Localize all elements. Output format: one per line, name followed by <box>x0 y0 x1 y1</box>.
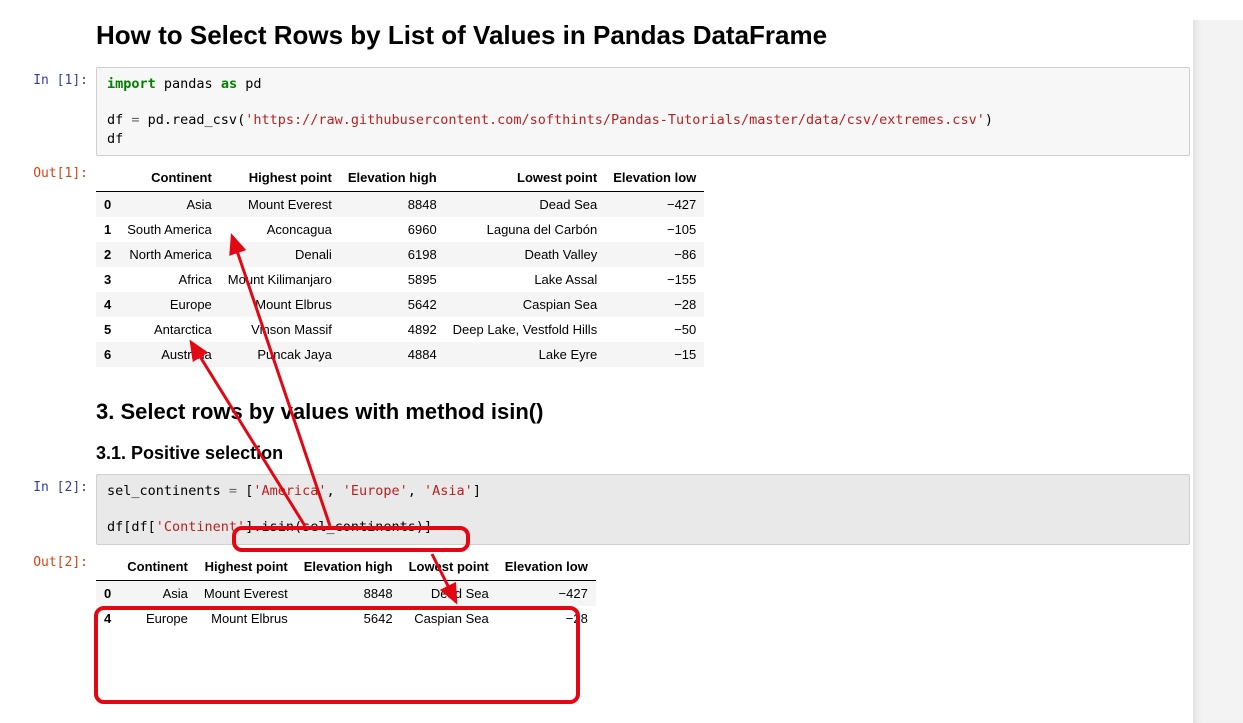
table-row: 1South AmericaAconcagua6960Laguna del Ca… <box>96 217 704 242</box>
subsection-heading: 3.1. Positive selection <box>96 443 1190 464</box>
table-row: 2North AmericaDenali6198Death Valley−86 <box>96 242 704 267</box>
col-header: Lowest point <box>445 164 606 192</box>
prompt-out-1: Out[1]: <box>0 160 96 373</box>
index-header <box>96 164 119 192</box>
col-header: Elevation low <box>605 164 704 192</box>
prompt-in-2: In [2]: <box>0 474 96 545</box>
col-header: Elevation high <box>296 553 401 581</box>
output-cell-2: Out[2]: Continent Highest point Elevatio… <box>0 549 1190 637</box>
table-row: 4EuropeMount Elbrus5642Caspian Sea−28 <box>96 292 704 317</box>
table-row: 0AsiaMount Everest8848Dead Sea−427 <box>96 191 704 217</box>
code-input-1[interactable]: import pandas as pd df = pd.read_csv('ht… <box>96 67 1190 156</box>
table-row: 4EuropeMount Elbrus5642Caspian Sea−28 <box>96 606 596 631</box>
prompt-in-1: In [1]: <box>0 67 96 156</box>
table-row: 5AntarcticaVinson Massif4892Deep Lake, V… <box>96 317 704 342</box>
table-row: 0AsiaMount Everest8848Dead Sea−427 <box>96 580 596 606</box>
col-header: Highest point <box>220 164 340 192</box>
col-header: Elevation high <box>340 164 445 192</box>
code-cell-2: In [2]: sel_continents = ['America', 'Eu… <box>0 474 1190 545</box>
col-header: Elevation low <box>497 553 596 581</box>
col-header: Highest point <box>196 553 296 581</box>
col-header: Lowest point <box>401 553 497 581</box>
dataframe-output-2: Continent Highest point Elevation high L… <box>96 553 596 631</box>
section-heading: 3. Select rows by values with method isi… <box>96 399 1190 425</box>
table-row: 3AfricaMount Kilimanjaro5895Lake Assal−1… <box>96 267 704 292</box>
prompt-out-2: Out[2]: <box>0 549 96 637</box>
notebook: How to Select Rows by List of Values in … <box>0 20 1190 637</box>
code-input-2[interactable]: sel_continents = ['America', 'Europe', '… <box>96 474 1190 545</box>
col-header: Continent <box>119 553 196 581</box>
page-edge-shadow <box>1193 20 1243 723</box>
dataframe-output-1: Continent Highest point Elevation high L… <box>96 164 704 367</box>
output-cell-1: Out[1]: Continent Highest point Elevatio… <box>0 160 1190 373</box>
code-cell-1: In [1]: import pandas as pd df = pd.read… <box>0 67 1190 156</box>
col-header: Continent <box>119 164 220 192</box>
index-header <box>96 553 119 581</box>
table-row: 6AustraliaPuncak Jaya4884Lake Eyre−15 <box>96 342 704 367</box>
page-title: How to Select Rows by List of Values in … <box>96 20 1190 51</box>
